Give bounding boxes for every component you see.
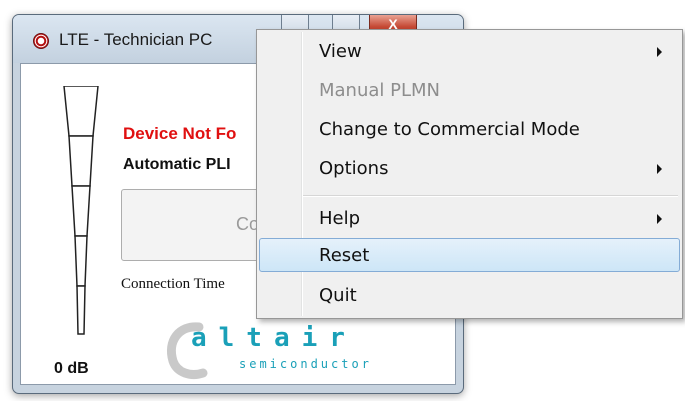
menu-item-reset[interactable]: Reset (259, 238, 680, 272)
signal-meter (63, 86, 99, 336)
context-menu: View Manual PLMN Change to Commercial Mo… (256, 29, 683, 319)
connection-time-label: Connection Time (121, 276, 225, 292)
menu-item-label: Manual PLMN (319, 80, 441, 101)
submenu-arrow-icon (657, 214, 662, 224)
menu-item-label: Help (319, 208, 361, 229)
signal-bar-5 (63, 86, 99, 137)
signal-bar-2 (74, 235, 88, 287)
screen: LTE - Technician PC X 0 dB Device Not Fo… (0, 0, 685, 401)
menu-separator (303, 195, 678, 197)
submenu-arrow-icon (657, 47, 662, 57)
menu-item-label: Reset (319, 245, 370, 266)
menu-item-view[interactable]: View (259, 34, 680, 68)
menu-item-label: Change to Commercial Mode (319, 119, 580, 140)
menu-item-label: View (319, 41, 362, 62)
altair-logo: altair semiconductor (161, 319, 401, 381)
menu-item-manual-plmn[interactable]: Manual PLMN (259, 73, 680, 107)
window-title: LTE - Technician PC (59, 30, 213, 49)
menu-item-help[interactable]: Help (259, 201, 680, 235)
signal-bar-4 (68, 135, 94, 187)
signal-bar-3 (71, 185, 91, 237)
device-status-text: Device Not Fo (123, 124, 237, 143)
menu-item-change-to-commercial-mode[interactable]: Change to Commercial Mode (259, 112, 680, 146)
menu-item-quit[interactable]: Quit (259, 278, 680, 312)
signal-db-label: 0 dB (54, 360, 89, 377)
app-logo-icon[interactable] (33, 33, 49, 49)
signal-bar-1 (76, 285, 86, 335)
logo-subtitle: semiconductor (239, 357, 372, 371)
menu-item-label: Options (319, 158, 389, 179)
submenu-arrow-icon (657, 164, 662, 174)
menu-item-label: Quit (319, 285, 357, 306)
menu-item-options[interactable]: Options (259, 151, 680, 185)
plmn-mode-text: Automatic PLI (123, 156, 231, 173)
logo-wordmark: altair (191, 323, 357, 353)
